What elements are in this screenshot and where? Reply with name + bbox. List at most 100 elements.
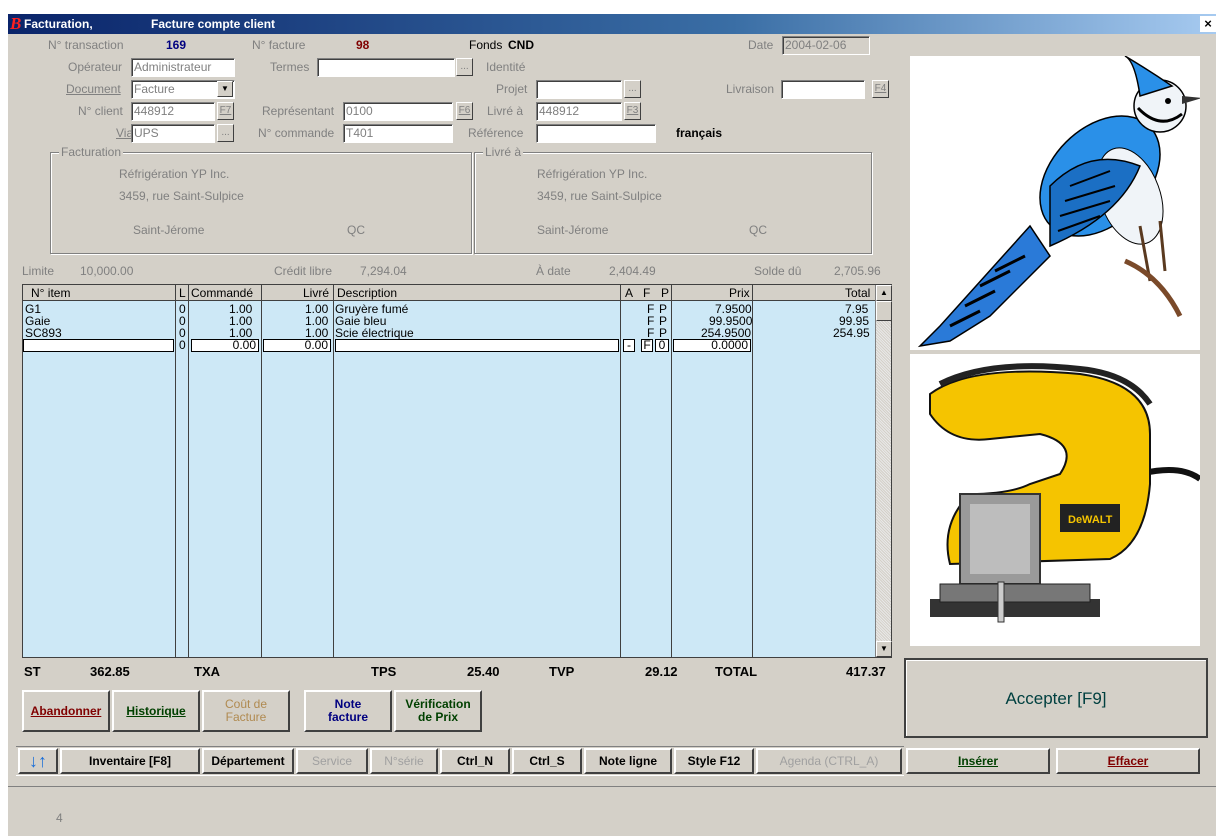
scroll-up-icon[interactable]: ▲ <box>876 285 892 301</box>
billing-prov: QC <box>347 223 365 237</box>
billing-city: Saint-Jérome <box>133 223 205 237</box>
shipping-city: Saint-Jérome <box>537 223 609 237</box>
col-header-description[interactable]: Description <box>337 287 397 299</box>
shipto-field[interactable]: 448912 <box>536 102 622 121</box>
ctrl-s-button[interactable]: Ctrl_S <box>512 748 582 774</box>
scroll-thumb[interactable] <box>876 301 892 321</box>
note-invoice-button[interactable]: Note facture <box>304 690 392 732</box>
document-label: Document <box>66 82 121 96</box>
scroll-down-icon[interactable]: ▼ <box>876 641 892 657</box>
tps-label: TPS <box>371 664 397 679</box>
edit-cell-f[interactable]: F <box>641 339 653 352</box>
col-header-item[interactable]: N° item <box>31 287 70 299</box>
f4-button[interactable]: F4 <box>872 80 889 98</box>
serial-button[interactable]: N°série <box>370 748 438 774</box>
txa-label: TXA <box>194 664 220 679</box>
col-header-total[interactable]: Total <box>845 287 870 299</box>
ref-field[interactable] <box>536 124 656 143</box>
via-browse-button[interactable]: ... <box>217 124 234 142</box>
tps-value: 25.40 <box>467 664 500 679</box>
limit-value: 10,000.00 <box>80 264 134 278</box>
ctrl-n-button[interactable]: Ctrl_N <box>440 748 510 774</box>
chevron-down-icon[interactable]: ▼ <box>217 81 233 97</box>
reorder-buttons[interactable]: ↓ ↑ <box>18 748 58 774</box>
svg-text:DeWALT: DeWALT <box>1068 514 1113 526</box>
edit-cell-l[interactable]: 0 <box>179 339 186 351</box>
history-button[interactable]: Historique <box>112 690 200 732</box>
window-subtitle: Facture compte client <box>151 17 276 31</box>
ref-label: Référence <box>468 126 524 140</box>
balance-value: 2,705.96 <box>834 264 881 278</box>
department-button[interactable]: Département <box>202 748 294 774</box>
note-line-button[interactable]: Note ligne <box>584 748 672 774</box>
arrow-up-icon[interactable]: ↑ <box>38 752 47 770</box>
close-icon[interactable]: × <box>1200 16 1216 32</box>
edit-cell-ordered[interactable]: 0.00 <box>191 339 259 352</box>
project-browse-button[interactable]: ... <box>624 80 641 98</box>
cost-button[interactable]: Coût de Facture <box>202 690 290 732</box>
abandon-button[interactable]: Abandonner <box>22 690 110 732</box>
terms-browse-button[interactable]: ... <box>456 58 473 76</box>
table-row-edit[interactable]: 0 0.00 0.00 - F 0 0.0000 <box>23 339 875 352</box>
erase-button[interactable]: Effacer <box>1056 748 1200 774</box>
order-field[interactable]: T401 <box>343 124 453 143</box>
fonds-value: CND <box>508 38 534 52</box>
service-button[interactable]: Service <box>296 748 368 774</box>
style-button[interactable]: Style F12 <box>674 748 754 774</box>
insert-button[interactable]: Insérer <box>906 748 1050 774</box>
cell-total: 254.95 <box>833 326 870 340</box>
col-header-delivered[interactable]: Livré <box>303 287 329 299</box>
limit-label: Limite <box>22 264 55 278</box>
edit-cell-p[interactable]: 0 <box>655 339 669 352</box>
edit-cell-a[interactable]: - <box>623 339 635 352</box>
invoice-lines-grid[interactable]: N° item L Commandé Livré Description A F… <box>22 284 892 658</box>
inventory-button[interactable]: Inventaire [F8] <box>60 748 200 774</box>
jigsaw-image: DeWALT <box>910 354 1202 646</box>
date-label: Date <box>748 38 774 52</box>
col-header-f[interactable]: F <box>643 287 650 299</box>
jigsaw-picture: DeWALT <box>929 363 1202 623</box>
free-credit-value: 7,294.04 <box>360 264 407 278</box>
verify-price-button[interactable]: Vérification de Prix <box>394 690 482 732</box>
col-header-ordered[interactable]: Commandé <box>191 287 253 299</box>
total-value: 417.37 <box>846 664 886 679</box>
grid-scrollbar[interactable]: ▲ ▼ <box>875 285 892 657</box>
app-logo: B <box>10 14 22 33</box>
operator-field[interactable]: Administrateur <box>131 58 235 77</box>
col-header-p[interactable]: P <box>661 287 669 299</box>
main-window: N° transaction 169 N° facture 98 Fonds C… <box>8 34 1216 836</box>
client-field[interactable]: 448912 <box>131 102 215 121</box>
status-bar: 4 <box>8 786 1216 836</box>
terms-field[interactable] <box>317 58 455 77</box>
via-field[interactable]: UPS <box>131 124 215 143</box>
project-field[interactable] <box>536 80 622 99</box>
blue-jay-picture <box>917 55 1202 348</box>
col-header-l[interactable]: L <box>179 287 186 299</box>
f3-button[interactable]: F3 <box>624 102 641 120</box>
edit-cell-description[interactable] <box>335 339 619 352</box>
terms-label: Termes <box>270 60 310 74</box>
blue-jay-image <box>910 55 1202 350</box>
col-header-a[interactable]: A <box>625 287 633 299</box>
document-value: Facture <box>134 82 175 96</box>
f6-button[interactable]: F6 <box>456 102 473 120</box>
f7-button[interactable]: F7 <box>217 102 234 120</box>
window-title: Facturation, <box>24 17 93 31</box>
billing-group: Facturation Réfrigération YP Inc. 3459, … <box>50 145 472 254</box>
project-label: Projet <box>496 82 528 96</box>
balance-label: Solde dû <box>754 264 802 278</box>
edit-cell-price[interactable]: 0.0000 <box>673 339 751 352</box>
delivery-field[interactable] <box>781 80 865 99</box>
arrow-down-icon[interactable]: ↓ <box>29 752 38 770</box>
shipping-name: Réfrigération YP Inc. <box>537 167 648 181</box>
agenda-button[interactable]: Agenda (CTRL_A) <box>756 748 902 774</box>
edit-cell-delivered[interactable]: 0.00 <box>263 339 331 352</box>
delivery-label: Livraison <box>726 82 775 96</box>
accept-button[interactable]: Accepter [F9] <box>904 658 1208 738</box>
rep-field[interactable]: 0100 <box>343 102 453 121</box>
shipping-caption: Livré à <box>483 145 524 159</box>
edit-cell-item[interactable] <box>23 339 174 352</box>
invoice-label: N° facture <box>252 38 306 52</box>
col-header-price[interactable]: Prix <box>729 287 750 299</box>
transaction-label: N° transaction <box>48 38 124 52</box>
